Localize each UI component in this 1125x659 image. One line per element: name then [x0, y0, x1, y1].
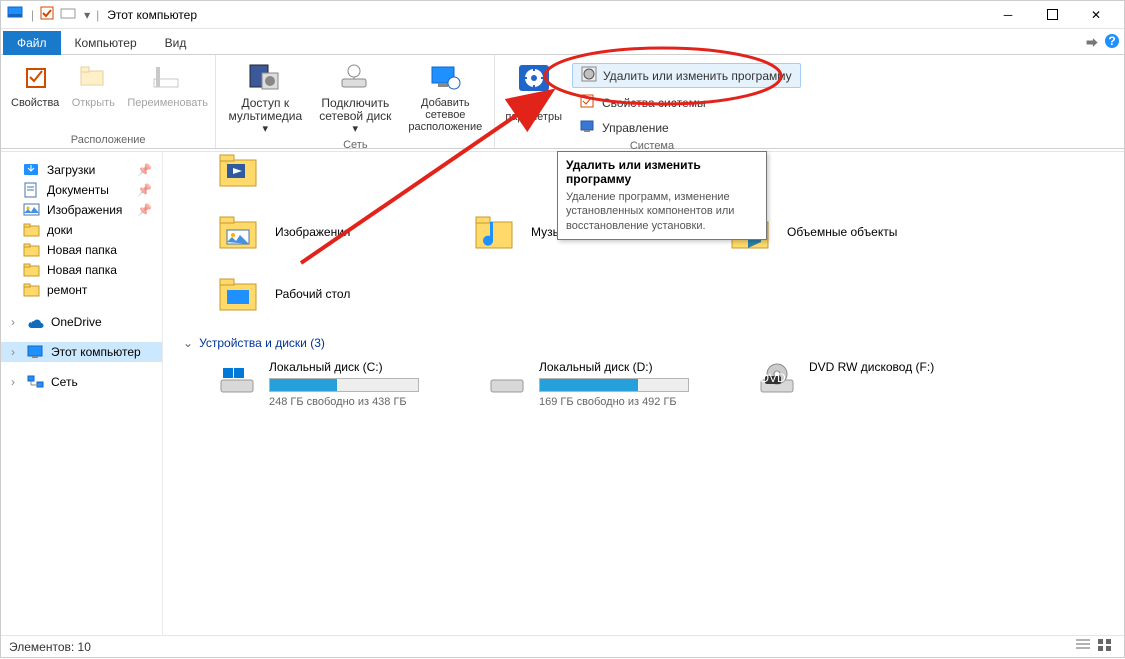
tooltip-body: Удаление программ, изменение установленн… [566, 190, 758, 233]
drive-c[interactable]: Локальный диск (C:) 248 ГБ свободно из 4… [217, 360, 447, 408]
chevron-right-icon: › [11, 345, 21, 359]
manage-label: Управление [602, 121, 669, 135]
details-view-button[interactable] [1074, 637, 1094, 656]
titlebar: | ▾ | Этот компьютер ─ ✕ [1, 1, 1124, 29]
app-icon [7, 5, 25, 24]
pin-icon: 📌 [137, 203, 152, 217]
qat-separator: | [31, 8, 34, 22]
drive-d-free: 169 ГБ свободно из 492 ГБ [539, 396, 689, 408]
tab-view[interactable]: Вид [151, 31, 201, 55]
map-drive-button[interactable]: Подключить сетевой диск ▾ [314, 59, 396, 137]
maximize-button[interactable] [1030, 1, 1074, 29]
help-icon[interactable]: ? [1104, 33, 1120, 52]
folder-partial-1[interactable] [217, 152, 397, 190]
nav-remont[interactable]: ремонт [1, 280, 162, 300]
open-label: Открыть [72, 97, 115, 109]
nav-pictures[interactable]: Изображения📌 [1, 200, 162, 220]
drive-dvd[interactable]: DVD DVD RW дисковод (F:) [757, 360, 987, 408]
tooltip-title: Удалить или изменить программу [566, 158, 758, 186]
pin-icon: 📌 [137, 163, 152, 177]
pin-icon: 📌 [137, 183, 152, 197]
tab-computer[interactable]: Компьютер [61, 31, 151, 55]
open-settings-label: ть параметры [505, 99, 562, 123]
ribbon-tabs: Файл Компьютер Вид ⮕ ? [1, 29, 1124, 55]
sysprops-icon [580, 94, 596, 111]
rename-button: Переименовать [125, 59, 207, 132]
folder-desktop[interactable]: Рабочий стол [217, 274, 417, 314]
folder-desktop-label: Рабочий стол [275, 287, 350, 301]
nav-doki[interactable]: доки [1, 220, 162, 240]
rename-label: Переименовать [127, 97, 205, 109]
chevron-right-icon: › [11, 315, 21, 329]
uninstall-icon [581, 66, 597, 85]
window-title: Этот компьютер [107, 8, 986, 22]
group-label-network: Сеть [343, 139, 367, 151]
status-bar: Элементов: 10 [1, 635, 1124, 657]
uninstall-program-button[interactable]: Удалить или изменить программу [572, 63, 801, 88]
ribbon-group-system: ть параметры Удалить или изменить програ… [495, 55, 808, 148]
qat-separator2: | [96, 8, 99, 22]
sysprops-label: Свойства системы [602, 96, 706, 110]
folder-3dobjects-label: Объемные объекты [787, 225, 897, 239]
folder-images[interactable]: Изображения [217, 212, 417, 252]
drive-c-label: Локальный диск (C:) [269, 360, 419, 374]
qat-folder-icon[interactable] [60, 6, 78, 23]
drives-header[interactable]: ⌄ Устройства и диски (3) [183, 336, 1104, 350]
manage-icon [580, 119, 596, 136]
tooltip: Удалить или изменить программу Удаление … [557, 151, 767, 240]
qat-dropdown-icon[interactable]: ▾ [84, 8, 90, 22]
group-label-location: Расположение [71, 134, 146, 146]
ribbon-chevron-icon[interactable]: ⮕ [1086, 34, 1098, 51]
drive-dvd-label: DVD RW дисковод (F:) [809, 360, 934, 374]
status-text: Элементов: 10 [9, 640, 91, 654]
close-button[interactable]: ✕ [1074, 1, 1118, 29]
ribbon: Свойства Открыть Переименовать Расположе… [1, 55, 1124, 149]
drive-d[interactable]: Локальный диск (D:) 169 ГБ свободно из 4… [487, 360, 717, 408]
drives-header-label: Устройства и диски (3) [199, 336, 325, 350]
uninstall-label: Удалить или изменить программу [603, 69, 792, 83]
media-access-label: Доступ к мультимедиа ▾ [226, 97, 304, 135]
system-properties-button[interactable]: Свойства системы [572, 92, 801, 113]
properties-label: Свойства [11, 97, 59, 109]
nav-newfolder1[interactable]: Новая папка [1, 240, 162, 260]
nav-network[interactable]: ›Сеть [1, 372, 162, 392]
add-network-location-label: Добавить сетевое расположение [406, 97, 484, 133]
minimize-button[interactable]: ─ [986, 1, 1030, 29]
nav-downloads[interactable]: Загрузки📌 [1, 160, 162, 180]
nav-onedrive[interactable]: ›OneDrive [1, 312, 162, 332]
open-button: Открыть [69, 59, 117, 132]
drive-c-free: 248 ГБ свободно из 438 ГБ [269, 396, 419, 408]
properties-button[interactable]: Свойства [9, 59, 61, 132]
add-network-location-button[interactable]: Добавить сетевое расположение [404, 59, 486, 137]
qat-checkbox-icon[interactable] [40, 6, 54, 23]
folder-images-label: Изображения [275, 225, 350, 239]
icons-view-button[interactable] [1096, 637, 1116, 656]
drive-d-label: Локальный диск (D:) [539, 360, 689, 374]
drive-d-bar [539, 378, 689, 392]
navigation-pane[interactable]: Загрузки📌 Документы📌 Изображения📌 доки Н… [1, 152, 163, 635]
nav-documents[interactable]: Документы📌 [1, 180, 162, 200]
map-drive-label: Подключить сетевой диск ▾ [316, 97, 394, 135]
chevron-down-icon: ⌄ [183, 336, 193, 350]
nav-this-pc[interactable]: ›Этот компьютер [1, 342, 162, 362]
nav-newfolder2[interactable]: Новая папка [1, 260, 162, 280]
chevron-right-icon: › [11, 375, 21, 389]
tab-file[interactable]: Файл [3, 31, 61, 55]
svg-text:DVD: DVD [760, 371, 786, 385]
ribbon-group-network: Доступ к мультимедиа ▾ Подключить сетево… [216, 55, 495, 148]
open-settings-button[interactable]: ть параметры [503, 59, 564, 125]
media-access-button[interactable]: Доступ к мультимедиа ▾ [224, 59, 306, 137]
manage-button[interactable]: Управление [572, 117, 801, 138]
svg-text:?: ? [1108, 34, 1115, 48]
ribbon-group-location: Свойства Открыть Переименовать Расположе… [1, 55, 216, 148]
drive-c-bar [269, 378, 419, 392]
